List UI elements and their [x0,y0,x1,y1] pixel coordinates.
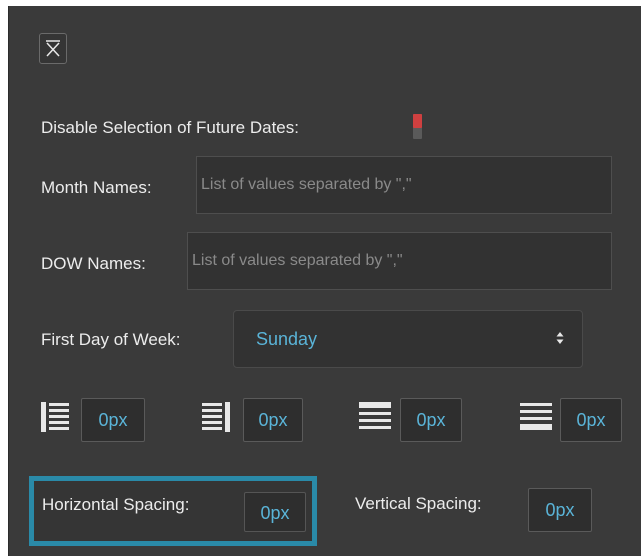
horizontal-spacing-label: Horizontal Spacing: [42,495,190,514]
first-day-label: First Day of Week: [41,330,181,349]
first-day-select[interactable]: Sunday [233,310,583,368]
dow-names-label: DOW Names: [41,254,146,273]
dow-names-input[interactable] [187,232,612,290]
padding-bottom-field[interactable]: 0px [560,398,622,442]
month-names-input[interactable] [196,156,612,214]
month-names-label: Month Names: [41,178,152,197]
padding-right-field[interactable]: 0px [243,398,303,442]
padding-top-field[interactable]: 0px [400,398,462,442]
align-right-lines-icon[interactable] [202,402,234,437]
align-bottom-lines-icon[interactable] [520,402,554,437]
settings-panel: Disable Selection of Future Dates: Month… [8,6,641,556]
future-dates-label: Disable Selection of Future Dates: [41,118,299,137]
align-left-lines-icon[interactable] [41,402,73,437]
horizontal-spacing-field[interactable]: 0px [244,492,306,532]
first-day-value: Sunday [256,329,318,349]
vertical-spacing-label: Vertical Spacing: [355,494,482,513]
select-arrows-icon [556,331,564,350]
horizontal-spacing-group: Horizontal Spacing: 0px [29,476,317,546]
align-top-lines-icon[interactable] [359,402,393,437]
close-button[interactable] [39,33,67,64]
toggle-knob [413,114,422,128]
vertical-spacing-field[interactable]: 0px [528,488,592,532]
padding-left-field[interactable]: 0px [81,398,145,442]
future-dates-toggle[interactable] [413,114,422,139]
